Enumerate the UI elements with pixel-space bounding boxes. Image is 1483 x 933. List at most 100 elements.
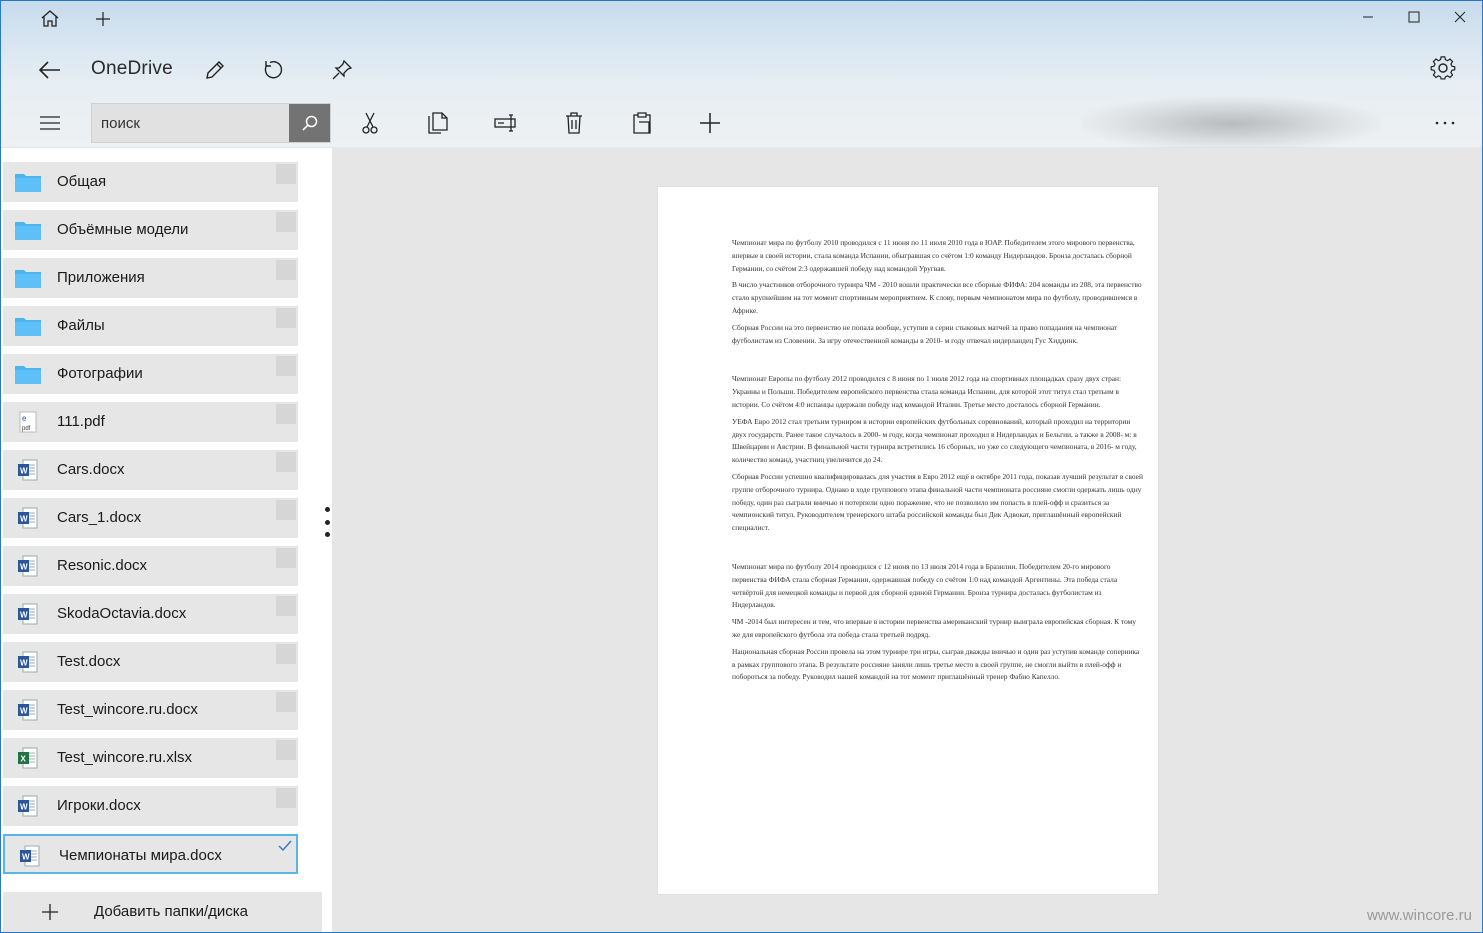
trash-icon [566, 112, 582, 134]
file-item[interactable]: Файлы [3, 306, 298, 346]
file-item[interactable]: W Чемпионаты мира.docx [3, 834, 298, 874]
file-item[interactable]: W SkodaOctavia.docx [3, 594, 298, 634]
folder-icon [15, 362, 41, 386]
settings-button[interactable] [1428, 53, 1458, 83]
more-icon [1435, 121, 1455, 125]
home-icon [41, 9, 59, 27]
file-name: Объёмные модели [57, 221, 189, 238]
refresh-button[interactable] [260, 56, 288, 84]
document-preview: Чемпионат мира по футболу 2010 проводилс… [332, 148, 1482, 932]
file-name: Test.docx [57, 653, 121, 670]
file-checkbox[interactable] [276, 164, 296, 184]
file-name: 111.pdf [57, 413, 105, 430]
file-item[interactable]: W Cars.docx [3, 450, 298, 490]
gear-icon [1430, 56, 1456, 80]
file-item[interactable]: W Resonic.docx [3, 546, 298, 586]
add-button[interactable] [696, 109, 724, 137]
file-item[interactable]: W Test_wincore.ru.docx [3, 690, 298, 730]
search-button[interactable] [289, 104, 330, 142]
file-checkbox[interactable] [276, 212, 296, 232]
maximize-button[interactable] [1391, 1, 1437, 33]
edit-button[interactable] [201, 56, 229, 84]
more-button[interactable] [1430, 109, 1460, 137]
folder-icon [15, 218, 41, 242]
file-checkbox[interactable] [276, 260, 296, 280]
minimize-button[interactable] [1345, 1, 1391, 33]
document-text: Чемпионат мира по футболу 2010 проводилс… [732, 237, 1144, 688]
word-file-icon: W [15, 506, 41, 530]
panel-splitter[interactable] [323, 507, 331, 537]
pin-button[interactable] [328, 56, 356, 84]
file-checkbox[interactable] [276, 356, 296, 376]
file-item[interactable]: W Игроки.docx [3, 786, 298, 826]
file-checkbox[interactable] [276, 452, 296, 472]
close-icon [1454, 11, 1466, 23]
word-file-icon: W [15, 458, 41, 482]
svg-text:W: W [22, 853, 30, 862]
delete-button[interactable] [560, 109, 588, 137]
file-name: Test_wincore.ru.xlsx [57, 749, 193, 766]
minimize-icon [1363, 16, 1373, 18]
pencil-icon [206, 61, 224, 79]
folder-icon [15, 266, 41, 290]
file-name: Чемпионаты мира.docx [59, 847, 222, 864]
paste-icon [633, 112, 651, 134]
excel-file-icon: X [15, 746, 41, 770]
file-checkbox[interactable] [276, 308, 296, 328]
back-button[interactable] [35, 55, 65, 85]
document-paragraph: Сборная России успешно квалифицировалась… [732, 471, 1143, 533]
scissors-icon [362, 112, 378, 134]
search-box [91, 103, 331, 143]
file-checkbox[interactable] [276, 404, 296, 424]
file-name: Cars_1.docx [57, 509, 142, 526]
watermark: www.wincore.ru [1366, 907, 1472, 924]
word-file-icon: W [15, 794, 41, 818]
svg-text:pdf: pdf [22, 426, 31, 432]
paste-button[interactable] [628, 109, 656, 137]
file-checkbox[interactable] [276, 500, 296, 520]
file-checkbox[interactable] [276, 548, 296, 568]
file-name: SkodaOctavia.docx [57, 605, 187, 622]
svg-text:W: W [20, 611, 28, 620]
file-checkbox[interactable] [276, 740, 296, 760]
file-checkbox[interactable] [276, 788, 296, 808]
close-button[interactable] [1437, 1, 1482, 33]
rename-button[interactable] [492, 109, 520, 137]
file-checkbox[interactable] [276, 692, 296, 712]
document-paragraph: Чемпионат Европы по футболу 2012 проводи… [732, 374, 1122, 409]
file-item[interactable]: Приложения [3, 258, 298, 298]
folder-icon [15, 170, 41, 194]
file-item[interactable]: W Cars_1.docx [3, 498, 298, 538]
file-name: Игроки.docx [57, 797, 141, 814]
document-page: Чемпионат мира по футболу 2010 проводилс… [658, 187, 1158, 894]
home-button[interactable] [37, 5, 63, 31]
file-item[interactable]: Общая [3, 162, 298, 202]
file-checkbox[interactable] [276, 596, 296, 616]
file-checkbox[interactable] [275, 836, 295, 856]
file-item[interactable]: X Test_wincore.ru.xlsx [3, 738, 298, 778]
add-folder-label: Добавить папки/диска [94, 903, 249, 920]
svg-text:W: W [20, 515, 28, 524]
file-list-panel: Общая Объёмные модели Приложения Файлы Фотог… [1, 148, 332, 932]
file-item[interactable]: Объёмные модели [3, 210, 298, 250]
back-arrow-icon [39, 61, 60, 79]
new-tab-button[interactable] [91, 7, 115, 31]
file-item[interactable]: W Test.docx [3, 642, 298, 682]
cut-button[interactable] [356, 109, 384, 137]
file-name: Resonic.docx [57, 557, 148, 574]
menu-button[interactable] [35, 109, 65, 137]
file-checkbox[interactable] [276, 644, 296, 664]
file-name: Test_wincore.ru.docx [57, 701, 198, 718]
file-item[interactable]: Фотографии [3, 354, 298, 394]
copy-button[interactable] [424, 109, 452, 137]
file-item[interactable]: e pdf 111.pdf [3, 402, 298, 442]
file-name: Файлы [57, 317, 105, 334]
add-folder-button[interactable]: Добавить папки/диска [3, 892, 322, 932]
search-input[interactable] [92, 104, 290, 142]
maximize-icon [1408, 11, 1420, 23]
plus-icon [42, 904, 58, 920]
file-name: Фотографии [57, 365, 143, 382]
plus-icon [700, 113, 720, 133]
svg-text:e: e [22, 414, 27, 423]
